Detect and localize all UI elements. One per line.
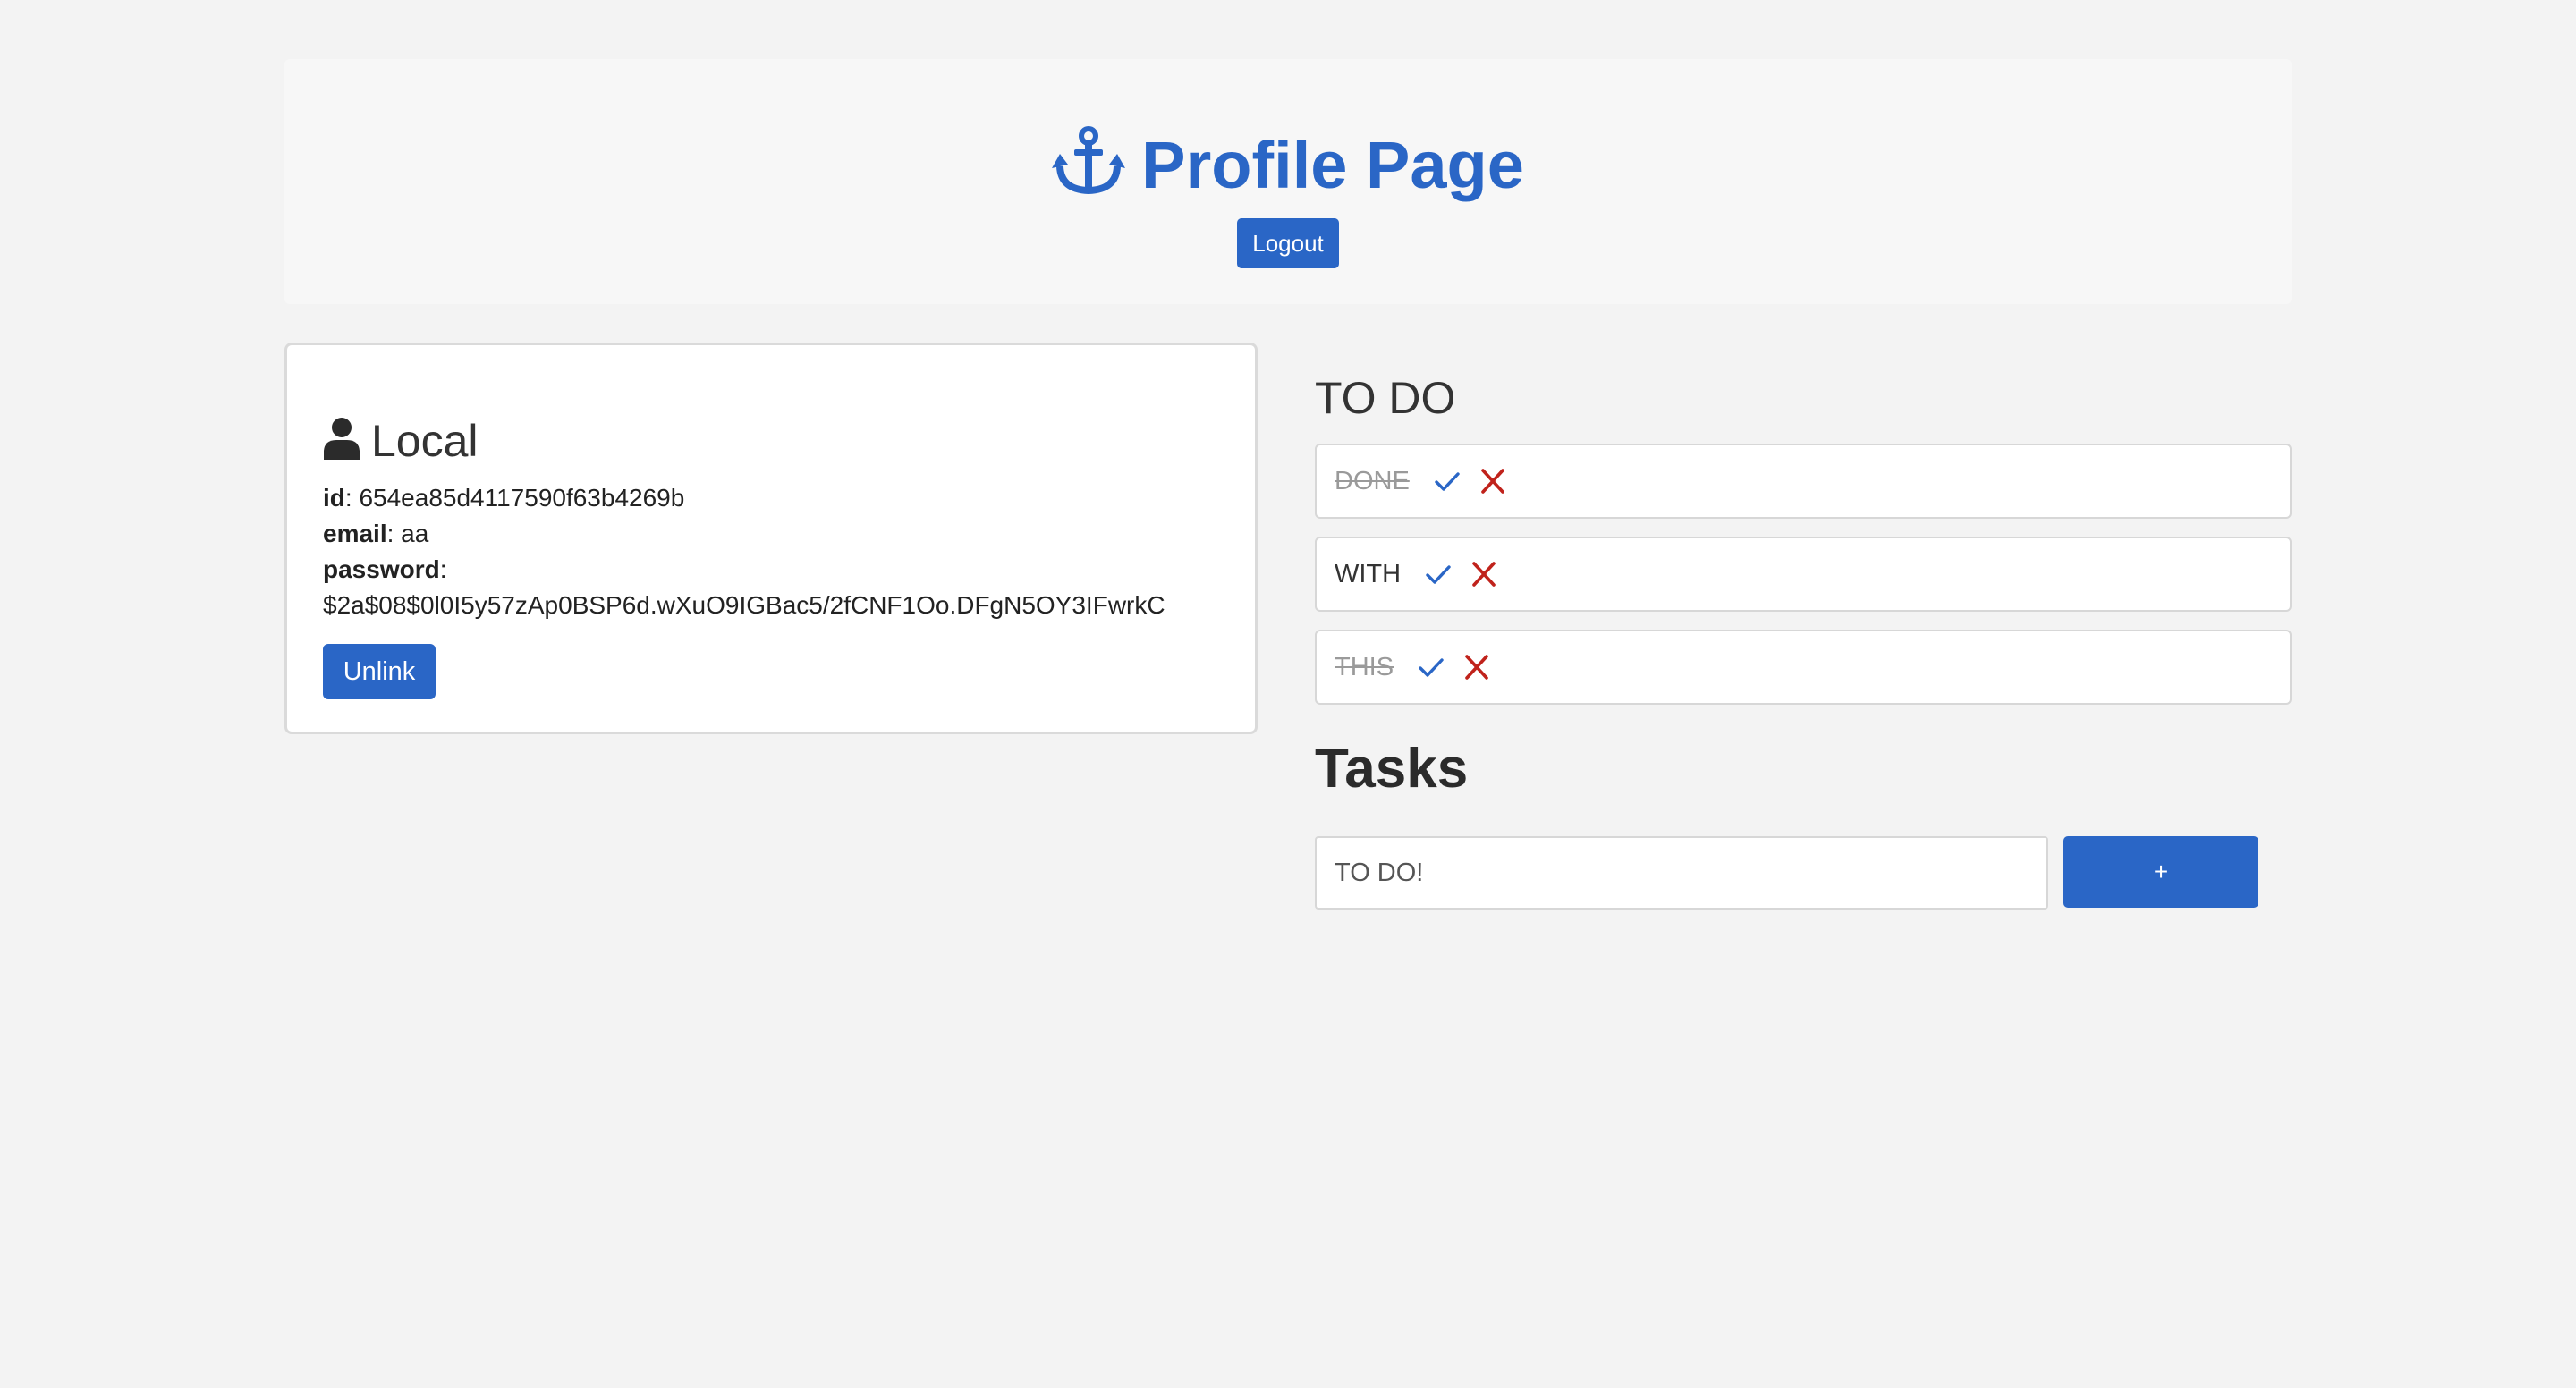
email-label: email [323, 520, 387, 547]
id-label: id [323, 484, 345, 512]
delete-x-icon[interactable] [1465, 655, 1488, 680]
header-jumbotron: Profile Page Logout [284, 59, 2292, 304]
password-value: $2a$08$0l0I5y57zAp0BSP6d.wXuO9IGBac5/2fC… [323, 591, 1165, 619]
password-label: password [323, 555, 440, 583]
check-icon[interactable] [1435, 469, 1460, 494]
new-task-input[interactable] [1315, 836, 2048, 910]
email-row: email: aa [323, 520, 429, 547]
unlink-button[interactable]: Unlink [323, 644, 436, 699]
account-fields: id: 654ea85d4117590f63b4269b email: aa p… [323, 480, 1165, 623]
password-row: password: [323, 555, 447, 583]
check-icon[interactable] [1426, 562, 1451, 587]
id-row: id: 654ea85d4117590f63b4269b [323, 484, 685, 512]
id-value: 654ea85d4117590f63b4269b [359, 484, 685, 512]
email-value: aa [401, 520, 429, 547]
todo-item-text: WITH [1335, 559, 1402, 588]
todo-item-text: DONE [1335, 466, 1410, 495]
check-icon[interactable] [1419, 655, 1444, 680]
logout-button[interactable]: Logout [1237, 218, 1339, 268]
delete-x-icon[interactable] [1472, 562, 1496, 587]
local-card-title: Local [371, 416, 479, 466]
todo-list: DONE WITH THIS [1315, 444, 2292, 723]
add-task-button[interactable]: + [2063, 836, 2258, 908]
delete-x-icon[interactable] [1480, 469, 1504, 494]
page-title: Profile Page [284, 125, 2292, 201]
todo-item: DONE [1315, 444, 2292, 519]
page-title-text: Profile Page [1141, 128, 1524, 202]
anchor-icon [1052, 126, 1126, 195]
tasks-heading: Tasks [1315, 738, 1469, 800]
user-icon [324, 418, 360, 460]
todo-heading: TO DO [1315, 373, 1456, 423]
todo-item: WITH [1315, 537, 2292, 612]
local-card-heading: Local [323, 417, 479, 463]
todo-item: THIS [1315, 630, 2292, 705]
todo-item-text: THIS [1335, 652, 1394, 681]
local-account-card: Local id: 654ea85d4117590f63b4269b email… [284, 343, 1258, 734]
